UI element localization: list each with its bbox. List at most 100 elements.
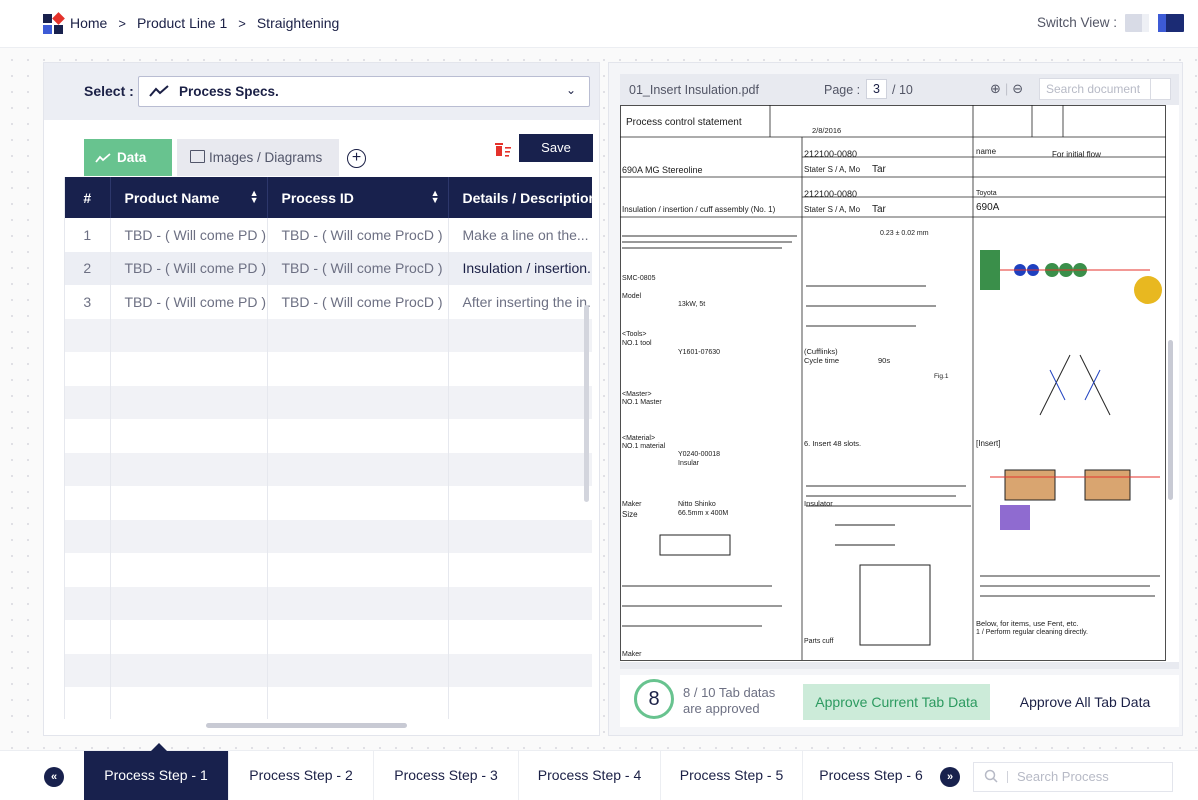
table-row[interactable]: 1 TBD - ( Will come PD ) TBD - ( Will co… xyxy=(65,218,592,252)
doc-stater: Stater S / A, Mo xyxy=(804,205,861,214)
doc-size: Size xyxy=(622,510,638,519)
tab-process-step-2[interactable]: Process Step - 2 xyxy=(229,751,374,800)
column-header-product-name[interactable]: Product Name ▲ ▼ xyxy=(110,177,268,218)
doc-slots: 6. Insert 48 slots. xyxy=(804,439,862,448)
zoom-divider: | xyxy=(1004,81,1009,96)
full-view-icon[interactable] xyxy=(1158,14,1184,32)
tab-process-step-6[interactable]: Process Step - 6 xyxy=(803,751,939,800)
table-row[interactable]: 3 TBD - ( Will come PD ) TBD - ( Will co… xyxy=(65,285,592,319)
zoom-in-icon[interactable]: ⊕ xyxy=(990,81,1001,97)
empty-table-row xyxy=(65,586,592,620)
page-label: Page : xyxy=(824,83,861,97)
previous-steps-icon[interactable]: « xyxy=(44,767,64,787)
cell-product-name[interactable]: TBD - ( Will come PD ) xyxy=(110,285,268,319)
search-divider xyxy=(1007,771,1008,783)
doc-figure-label: Fig.1 xyxy=(934,373,949,380)
pdf-vertical-scrollbar[interactable] xyxy=(1168,340,1173,500)
zoom-controls: ⊕ | ⊖ xyxy=(990,81,1023,97)
empty-cell xyxy=(267,352,449,386)
approve-all-tabs-button[interactable]: Approve All Tab Data xyxy=(1010,684,1160,720)
empty-cell xyxy=(267,419,449,453)
document-search-input[interactable]: Search document xyxy=(1039,78,1171,100)
cell-details[interactable]: Insulation / insertion.. xyxy=(448,251,592,285)
doc-model-code: 690A xyxy=(976,202,1000,213)
doc-cycle-time: Cycle time xyxy=(804,356,840,365)
page-input[interactable]: 3 xyxy=(866,79,887,99)
doc-title: Process control statement xyxy=(626,117,742,128)
doc-model: 690A MG Stereoline xyxy=(622,165,703,175)
empty-cell xyxy=(448,519,592,553)
save-button[interactable]: Save xyxy=(519,134,593,162)
sort-icon[interactable]: ▲ ▼ xyxy=(250,189,259,205)
document-search-placeholder: Search document xyxy=(1046,82,1141,96)
empty-table-row xyxy=(65,486,592,520)
cell-product-name[interactable]: TBD - ( Will come PD ) xyxy=(110,251,268,285)
doc-process-name: Insulation / insertion / cuff assembly (… xyxy=(622,205,776,214)
tab-process-step-4[interactable]: Process Step - 4 xyxy=(519,751,661,800)
doc-for-initial: For initial flow xyxy=(1052,150,1101,159)
next-steps-icon[interactable]: » xyxy=(940,767,960,787)
app-logo[interactable] xyxy=(43,12,65,34)
empty-cell xyxy=(65,352,111,386)
empty-cell xyxy=(110,553,268,587)
table-horizontal-scrollbar[interactable] xyxy=(206,723,407,728)
approved-count-badge: 8 xyxy=(634,679,674,719)
empty-cell xyxy=(110,352,268,386)
tab-process-step-1[interactable]: Process Step - 1 xyxy=(84,743,229,800)
cell-details[interactable]: After inserting the in.. xyxy=(448,285,592,319)
tab-images-label: Images / Diagrams xyxy=(209,150,323,165)
empty-cell xyxy=(267,653,449,687)
cell-process-id[interactable]: TBD - ( Will come ProcD ) xyxy=(267,251,449,285)
empty-cell xyxy=(267,519,449,553)
breadcrumb-separator: > xyxy=(238,15,246,31)
pdf-file-name: 01_Insert Insulation.pdf xyxy=(629,83,759,97)
empty-cell xyxy=(110,452,268,486)
zoom-out-icon[interactable]: ⊖ xyxy=(1012,81,1023,97)
tab-process-step-3[interactable]: Process Step - 3 xyxy=(374,751,519,800)
image-icon xyxy=(190,150,205,163)
row-number: 3 xyxy=(65,285,111,319)
cell-details[interactable]: Make a line on the... xyxy=(448,218,592,252)
approve-current-tab-button[interactable]: Approve Current Tab Data xyxy=(803,684,990,720)
tab-images-diagrams[interactable]: Images / Diagrams xyxy=(177,139,339,176)
empty-cell xyxy=(65,318,111,352)
delete-rows-icon[interactable] xyxy=(494,142,512,158)
doc-tar: Tar xyxy=(872,204,886,215)
column-header-process-id[interactable]: Process ID ▲ ▼ xyxy=(267,177,449,218)
process-search-input[interactable]: Search Process xyxy=(973,762,1173,792)
doc-toyota: Toyota xyxy=(976,190,997,197)
approval-status-line: are approved xyxy=(683,701,760,716)
chevron-down-icon: ⌄ xyxy=(565,83,576,97)
doc-date: 2/8/2016 xyxy=(812,126,842,135)
trend-line-icon xyxy=(95,153,111,163)
cell-product-name[interactable]: TBD - ( Will come PD ) xyxy=(110,218,268,252)
cell-process-id[interactable]: TBD - ( Will come ProcD ) xyxy=(267,218,449,252)
doc-nitto: Nitto Shinko xyxy=(678,501,716,508)
column-header-details[interactable]: Details / Description xyxy=(448,177,592,218)
breadcrumb-separator: > xyxy=(118,15,126,31)
column-header-label: Product Name xyxy=(124,189,220,206)
empty-table-row xyxy=(65,385,592,419)
table-vertical-scrollbar[interactable] xyxy=(584,305,589,502)
page-total: / 10 xyxy=(892,83,913,97)
sort-icon[interactable]: ▲ ▼ xyxy=(431,189,440,205)
add-tab-icon[interactable]: + xyxy=(347,149,366,168)
select-label: Select : xyxy=(84,83,134,99)
tab-process-step-5[interactable]: Process Step - 5 xyxy=(661,751,803,800)
spec-select[interactable]: Process Specs. ⌄ xyxy=(138,76,590,107)
cell-process-id[interactable]: TBD - ( Will come ProcD ) xyxy=(267,285,449,319)
table-row[interactable]: 2 TBD - ( Will come PD ) TBD - ( Will co… xyxy=(65,251,592,285)
tab-data[interactable]: Data xyxy=(84,139,172,176)
split-view-icon[interactable] xyxy=(1125,14,1149,32)
pdf-viewer: 01_Insert Insulation.pdf Page : 3 / 10 ⊕… xyxy=(620,74,1179,669)
empty-table-row xyxy=(65,687,592,719)
empty-cell xyxy=(448,687,592,719)
doc-below-note: Below, for items, use Fent, etc. xyxy=(976,619,1079,628)
select-value: Process Specs. xyxy=(179,84,279,99)
pdf-page: Process control statement 2/8/2016 690A … xyxy=(620,105,1179,662)
breadcrumb-home[interactable]: Home xyxy=(70,15,107,31)
empty-cell xyxy=(448,452,592,486)
search-icon[interactable] xyxy=(1150,79,1170,99)
breadcrumb-product-line[interactable]: Product Line 1 xyxy=(137,15,227,31)
empty-table-row xyxy=(65,553,592,587)
